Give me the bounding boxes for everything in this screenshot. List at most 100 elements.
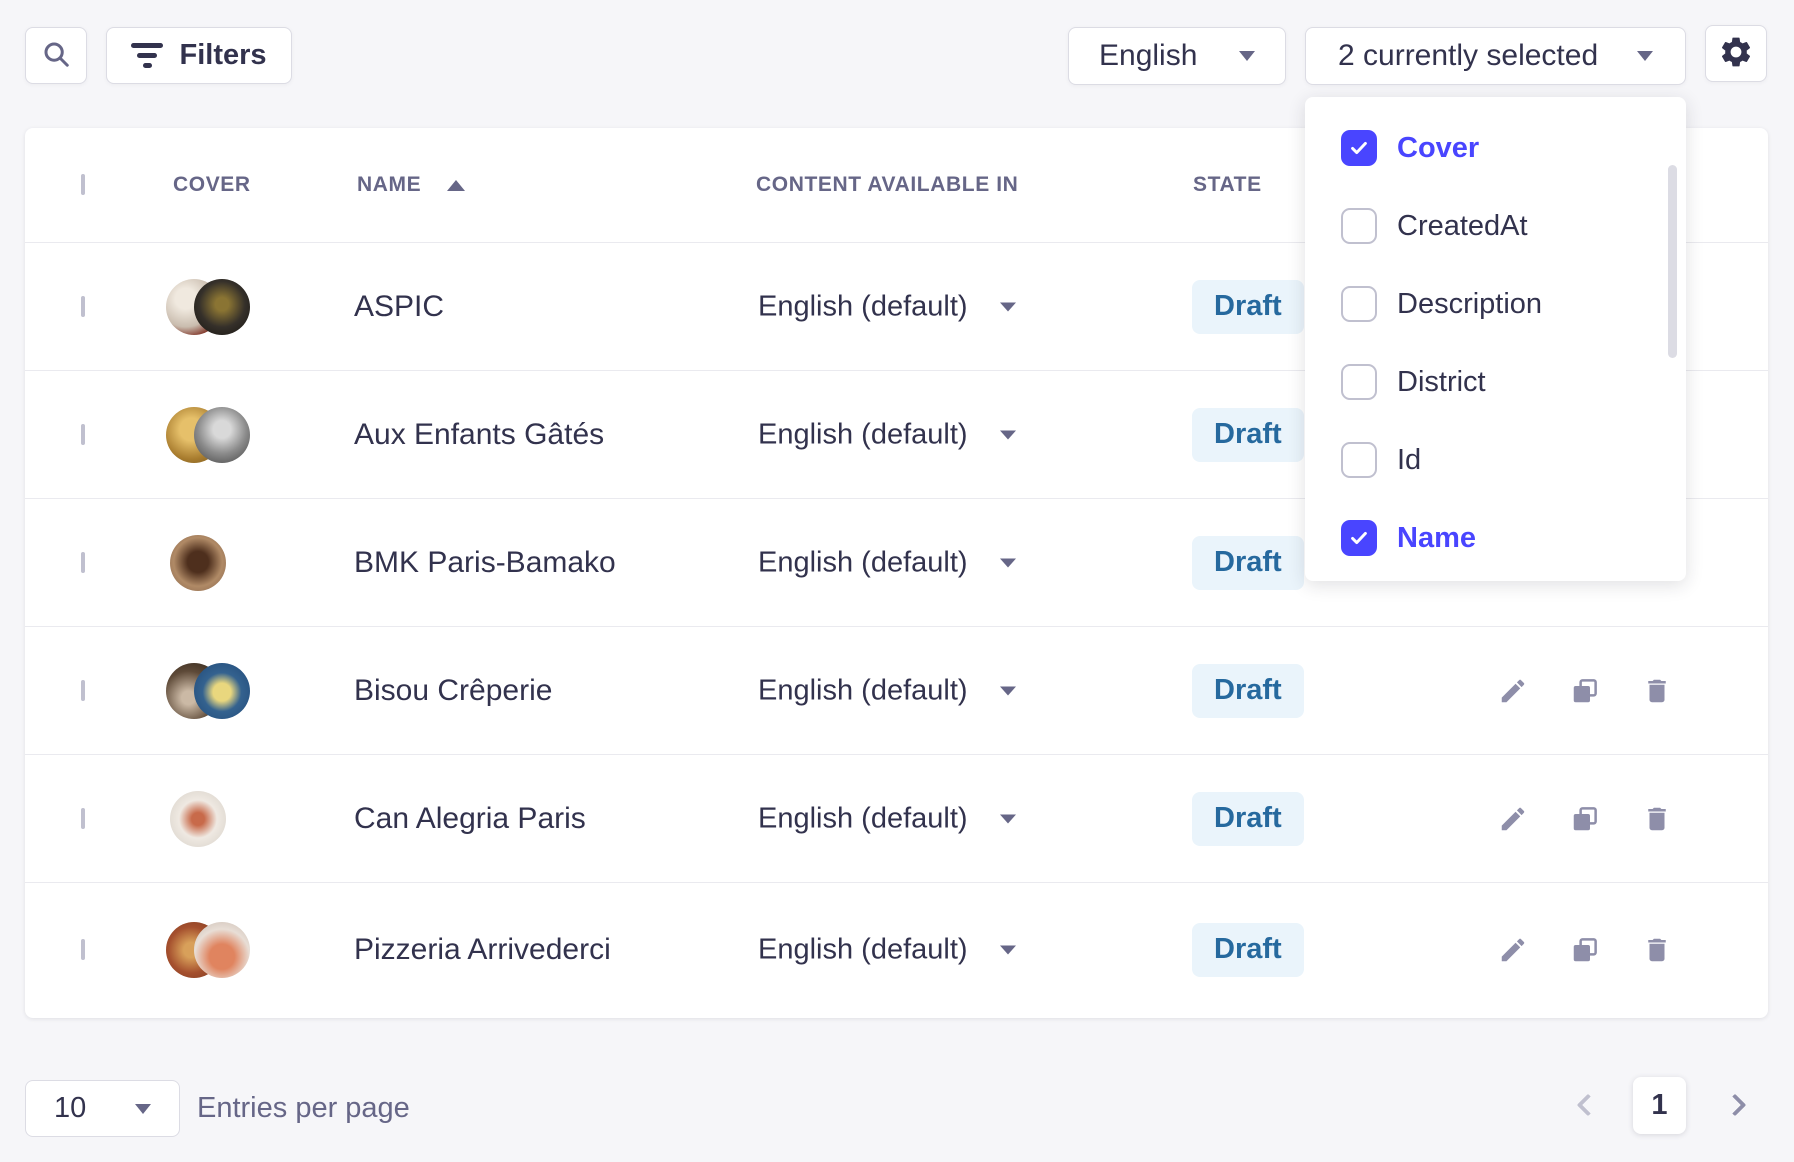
chevron-down-icon — [1000, 558, 1016, 567]
duplicate-button[interactable] — [1570, 676, 1600, 706]
edit-button[interactable] — [1498, 935, 1528, 965]
page-size-select[interactable]: 10 — [25, 1080, 180, 1137]
column-option-label: Cover — [1397, 132, 1479, 165]
column-option-createdat[interactable]: CreatedAt — [1305, 187, 1686, 265]
chevron-down-icon — [135, 1104, 151, 1114]
column-option-label: CreatedAt — [1397, 210, 1528, 243]
column-option-label: Id — [1397, 444, 1421, 477]
entry-name: Aux Enfants Gâtés — [354, 418, 604, 452]
search-button[interactable] — [25, 27, 87, 84]
duplicate-button[interactable] — [1570, 935, 1600, 965]
entry-name: Pizzeria Arrivederci — [354, 933, 611, 967]
status-badge: Draft — [1192, 408, 1304, 462]
next-page-button[interactable] — [1724, 1094, 1747, 1117]
duplicate-button[interactable] — [1570, 804, 1600, 834]
page-size-value: 10 — [54, 1092, 86, 1125]
entry-name: Can Alegria Paris — [354, 802, 586, 836]
filter-icon — [131, 43, 163, 68]
avatar — [170, 535, 226, 591]
locale-dropdown[interactable]: English (default) — [758, 802, 1016, 835]
table-row[interactable]: Can Alegria Paris English (default) Draf… — [25, 754, 1768, 882]
locale-select-value: English — [1099, 39, 1197, 73]
locale-dropdown[interactable]: English (default) — [758, 546, 1016, 579]
entry-name: Bisou Crêperie — [354, 674, 552, 708]
edit-button[interactable] — [1498, 804, 1528, 834]
columns-select[interactable]: 2 currently selected — [1305, 27, 1686, 85]
cover-avatars — [170, 535, 226, 591]
avatar — [194, 279, 250, 335]
checkbox-unchecked-icon[interactable] — [1341, 286, 1377, 322]
checkbox-unchecked-icon[interactable] — [1341, 364, 1377, 400]
column-option-name[interactable]: Name — [1305, 499, 1686, 577]
column-header-content: CONTENT AVAILABLE IN — [756, 173, 1018, 197]
column-header-name-sort[interactable]: NAME — [357, 173, 465, 197]
delete-button[interactable] — [1642, 935, 1672, 965]
row-checkbox[interactable] — [81, 296, 85, 317]
chevron-down-icon — [1239, 51, 1255, 61]
row-checkbox[interactable] — [81, 939, 85, 960]
locale-dropdown[interactable]: English (default) — [758, 674, 1016, 707]
column-header-name: NAME — [357, 173, 421, 197]
row-checkbox[interactable] — [81, 808, 85, 829]
status-badge: Draft — [1192, 664, 1304, 718]
status-badge: Draft — [1192, 792, 1304, 846]
select-all-checkbox[interactable] — [81, 174, 85, 195]
checkbox-unchecked-icon[interactable] — [1341, 442, 1377, 478]
locale-value: English (default) — [758, 933, 968, 966]
column-header-state: STATE — [1193, 173, 1262, 197]
avatar — [194, 663, 250, 719]
entries-per-page-label: Entries per page — [197, 1080, 410, 1137]
status-badge: Draft — [1192, 536, 1304, 590]
delete-button[interactable] — [1642, 804, 1672, 834]
filters-button-label: Filters — [179, 39, 266, 72]
status-badge: Draft — [1192, 280, 1304, 334]
cover-avatars — [166, 407, 250, 463]
chevron-down-icon — [1637, 51, 1653, 61]
sort-ascending-icon — [447, 180, 465, 191]
checkbox-checked-icon[interactable] — [1341, 520, 1377, 556]
search-icon — [41, 39, 71, 72]
locale-value: English (default) — [758, 802, 968, 835]
popover-scrollbar[interactable] — [1668, 165, 1677, 358]
columns-popover: Cover CreatedAt Description District Id … — [1305, 97, 1686, 581]
chevron-down-icon — [1000, 814, 1016, 823]
locale-value: English (default) — [758, 418, 968, 451]
previous-page-button[interactable] — [1577, 1094, 1600, 1117]
column-option-id[interactable]: Id — [1305, 421, 1686, 499]
filters-button[interactable]: Filters — [106, 27, 292, 84]
column-option-cover[interactable]: Cover — [1305, 109, 1686, 187]
table-row[interactable]: Pizzeria Arrivederci English (default) D… — [25, 882, 1768, 1016]
row-checkbox[interactable] — [81, 424, 85, 445]
cover-avatars — [166, 663, 250, 719]
column-option-label: Description — [1397, 288, 1542, 321]
edit-button[interactable] — [1498, 676, 1528, 706]
checkbox-unchecked-icon[interactable] — [1341, 208, 1377, 244]
column-option-label: Name — [1397, 522, 1476, 555]
gear-icon — [1718, 34, 1754, 73]
status-badge: Draft — [1192, 923, 1304, 977]
cover-avatars — [166, 922, 250, 978]
row-checkbox[interactable] — [81, 680, 85, 701]
checkbox-checked-icon[interactable] — [1341, 130, 1377, 166]
locale-value: English (default) — [758, 290, 968, 323]
column-option-description[interactable]: Description — [1305, 265, 1686, 343]
chevron-down-icon — [1000, 945, 1016, 954]
chevron-down-icon — [1000, 430, 1016, 439]
table-row[interactable]: Bisou Crêperie English (default) Draft — [25, 626, 1768, 754]
cover-avatars — [166, 279, 250, 335]
column-option-district[interactable]: District — [1305, 343, 1686, 421]
locale-dropdown[interactable]: English (default) — [758, 933, 1016, 966]
avatar — [194, 407, 250, 463]
column-header-cover: COVER — [173, 173, 251, 197]
locale-dropdown[interactable]: English (default) — [758, 418, 1016, 451]
page-1-button[interactable]: 1 — [1633, 1077, 1686, 1134]
column-option-label: District — [1397, 366, 1486, 399]
chevron-down-icon — [1000, 686, 1016, 695]
delete-button[interactable] — [1642, 676, 1672, 706]
row-checkbox[interactable] — [81, 552, 85, 573]
locale-select[interactable]: English — [1068, 27, 1286, 85]
settings-button[interactable] — [1705, 25, 1767, 82]
avatar — [170, 791, 226, 847]
entry-name: ASPIC — [354, 290, 444, 324]
locale-dropdown[interactable]: English (default) — [758, 290, 1016, 323]
